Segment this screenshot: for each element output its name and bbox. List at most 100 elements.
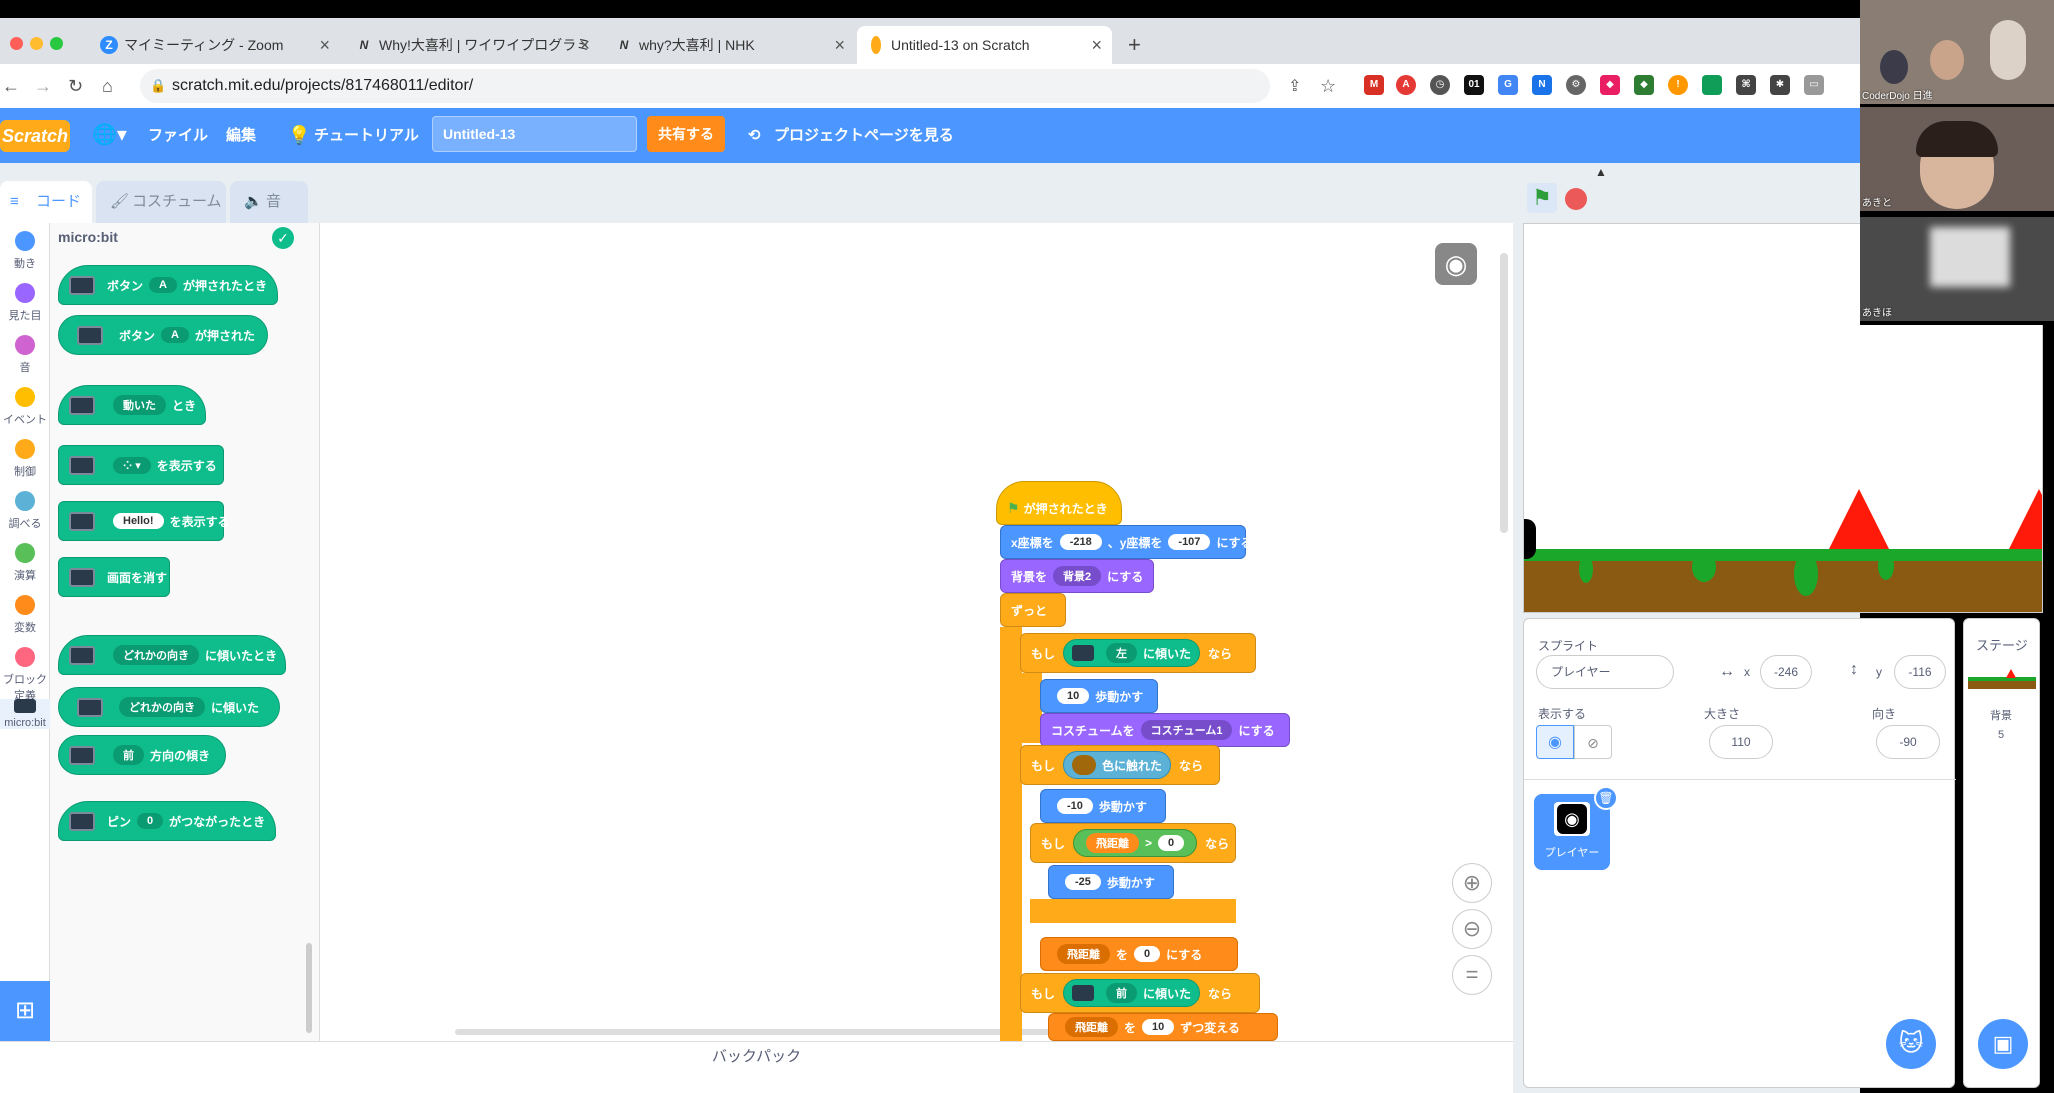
block-dropdown[interactable]: A [161, 327, 189, 343]
sprite-thumbnail[interactable]: ◉ プレイヤー 🗑 [1534, 786, 1618, 870]
block-moved-hat[interactable]: 動いた とき [58, 385, 206, 425]
menu-edit[interactable]: 編集 [226, 108, 256, 163]
tool-extension-icon[interactable]: ⌘ [1736, 75, 1756, 95]
close-tab-icon[interactable]: × [319, 35, 330, 56]
block-pin-connected-hat[interactable]: ピン 0 がつながったとき [58, 801, 276, 841]
cast-extension-icon[interactable]: ▭ [1804, 75, 1824, 95]
puzzle-extension-icon[interactable]: ✱ [1770, 75, 1790, 95]
greater-than-operator[interactable]: 飛距離 >0 [1073, 829, 1198, 857]
new-tab-button[interactable]: + [1128, 32, 1141, 58]
block-display-pattern[interactable]: ⁘ ▾ を表示する [58, 445, 224, 485]
pattern-dropdown[interactable]: ⁘ ▾ [113, 456, 151, 474]
see-project-page-button[interactable]: プロジェクトページを見る [774, 108, 954, 163]
category-4[interactable]: 制御 [0, 439, 50, 479]
tab-code[interactable]: ≡ コード [0, 181, 92, 223]
tab-sound[interactable]: 🔈 音 [230, 181, 308, 223]
sprite-x-input[interactable]: -246 [1760, 655, 1812, 689]
block-dropdown[interactable]: 動いた [113, 395, 166, 415]
script-flag-hat[interactable]: ⚑ が押されたとき [996, 481, 1122, 525]
script-move-neg25[interactable]: -25 歩動かす [1048, 865, 1174, 899]
block-tilted-hat[interactable]: どれかの向き に傾いたとき [58, 635, 286, 675]
block-dropdown[interactable]: どれかの向き [113, 645, 199, 665]
move-steps-input[interactable]: -25 [1065, 874, 1101, 890]
script-if-touching-color[interactable]: もし 色に触れた なら [1020, 745, 1220, 785]
category-3[interactable]: イベント [0, 387, 50, 427]
microbit-extension-icon[interactable]: ◉ [1435, 243, 1477, 285]
maximize-window-button[interactable] [50, 37, 63, 50]
script-move-neg10[interactable]: -10 歩動かす [1040, 789, 1166, 823]
timer-extension-icon[interactable]: ◷ [1430, 75, 1450, 95]
canvas-scrollbar-vertical[interactable] [1500, 253, 1508, 533]
set-value-input[interactable]: 0 [1134, 946, 1161, 962]
url-field[interactable]: 🔒 scratch.mit.edu/projects/817468011/edi… [140, 69, 1270, 103]
variable-dropdown[interactable]: 飛距離 [1057, 944, 1110, 964]
tilt-dropdown[interactable]: 左 [1106, 643, 1138, 663]
compare-value-input[interactable]: 0 [1158, 835, 1185, 851]
block-dropdown[interactable]: 前 [113, 745, 144, 765]
close-window-button[interactable] [10, 37, 23, 50]
backpack[interactable]: バックパック [0, 1041, 1513, 1093]
variable-dropdown[interactable]: 飛距離 [1065, 1017, 1118, 1037]
google-extension-icon[interactable]: G [1498, 75, 1518, 95]
minimize-window-button[interactable] [30, 37, 43, 50]
close-tab-icon[interactable]: × [1091, 35, 1102, 56]
category-6[interactable]: 演算 [0, 543, 50, 583]
block-dropdown[interactable]: どれかの向き [119, 697, 205, 717]
share-button[interactable]: 共有する [647, 116, 725, 152]
share-page-icon[interactable]: ⇪ [1288, 76, 1301, 96]
category-5[interactable]: 調べる [0, 491, 50, 531]
home-icon[interactable]: ⌂ [102, 76, 113, 97]
reload-icon[interactable]: ↻ [68, 76, 83, 97]
menu-tutorial[interactable]: チュートリアル [314, 108, 419, 163]
category-2[interactable]: 音 [0, 335, 50, 375]
add-sprite-button[interactable]: 🐱 [1886, 1019, 1936, 1069]
bookmark-star-icon[interactable]: ☆ [1320, 76, 1336, 97]
block-dropdown[interactable]: 0 [137, 813, 164, 829]
backdrop-dropdown[interactable]: 背景2 [1053, 566, 1102, 586]
sprite-size-input[interactable]: 110 [1709, 725, 1773, 759]
goto-x-input[interactable]: -218 [1059, 534, 1102, 550]
menu-file[interactable]: ファイル [148, 108, 208, 163]
tilted-front-reporter[interactable]: 前に傾いた [1063, 979, 1201, 1007]
tab-why-ohgiri[interactable]: N Why!大喜利 | ワイワイプログラミ × [345, 26, 600, 64]
video-tile[interactable]: CoderDojo 日進 [1860, 0, 2054, 104]
stop-button[interactable] [1565, 188, 1587, 210]
change-value-input[interactable]: 10 [1142, 1019, 1175, 1035]
extension-01-icon[interactable]: 01 [1464, 75, 1484, 95]
new-extension-icon[interactable]: N [1532, 75, 1552, 95]
settings-extension-icon[interactable]: ⚙ [1566, 75, 1586, 95]
zoom-out-icon[interactable]: ⊖ [1452, 909, 1492, 949]
block-tilt-angle[interactable]: 前方向の傾き [58, 735, 226, 775]
sheets-extension-icon[interactable] [1702, 75, 1722, 95]
block-button-pressed-hat[interactable]: ボタン A が押されたとき [58, 265, 278, 305]
costume-dropdown[interactable]: コスチューム1 [1140, 720, 1233, 740]
back-icon[interactable]: ← [2, 76, 20, 97]
forward-icon[interactable]: → [34, 76, 52, 97]
zoom-in-icon[interactable]: ⊕ [1452, 863, 1492, 903]
block-button-pressed[interactable]: ボタン A が押された [58, 315, 268, 355]
green-flag-button[interactable]: ⚑ [1527, 183, 1557, 213]
sprite-y-input[interactable]: -116 [1894, 655, 1946, 689]
tilted-left-reporter[interactable]: 左に傾いた [1063, 639, 1201, 667]
script-switch-costume[interactable]: コスチュームを コスチューム1 にする [1040, 713, 1290, 747]
globe-language-icon[interactable]: 🌐▾ [92, 108, 127, 163]
category-9[interactable]: micro:bit [0, 699, 50, 729]
close-tab-icon[interactable]: × [579, 35, 590, 56]
show-eye-icon[interactable]: ◉ [1536, 725, 1574, 759]
gmail-extension-icon[interactable]: M [1364, 75, 1384, 95]
block-dropdown[interactable]: A [149, 277, 177, 293]
script-switch-backdrop[interactable]: 背景を 背景2 にする [1000, 559, 1154, 593]
shield-extension-icon[interactable]: ◆ [1600, 75, 1620, 95]
hide-eye-icon[interactable]: ⊘ [1574, 725, 1612, 759]
color-swatch[interactable] [1072, 755, 1097, 775]
script-area[interactable]: ◉ ⚑ が押されたとき x座標を -218 、y座標を -107 にする 背景を 背景2 にす… [320, 223, 1513, 1041]
block-tilted[interactable]: どれかの向き に傾いた [58, 687, 280, 727]
script-forever[interactable]: ずっと [1000, 593, 1066, 627]
video-tile[interactable]: あきほ [1860, 217, 2054, 321]
goto-y-input[interactable]: -107 [1168, 534, 1211, 550]
script-if-distance[interactable]: もし 飛距離 >0 なら [1030, 823, 1236, 863]
connected-check-icon[interactable]: ✓ [272, 227, 294, 249]
video-tile[interactable]: あきと [1860, 107, 2054, 211]
script-if-tilted-left[interactable]: もし左に傾いた なら [1020, 633, 1256, 673]
canvas-scrollbar-horizontal[interactable] [455, 1029, 1125, 1035]
